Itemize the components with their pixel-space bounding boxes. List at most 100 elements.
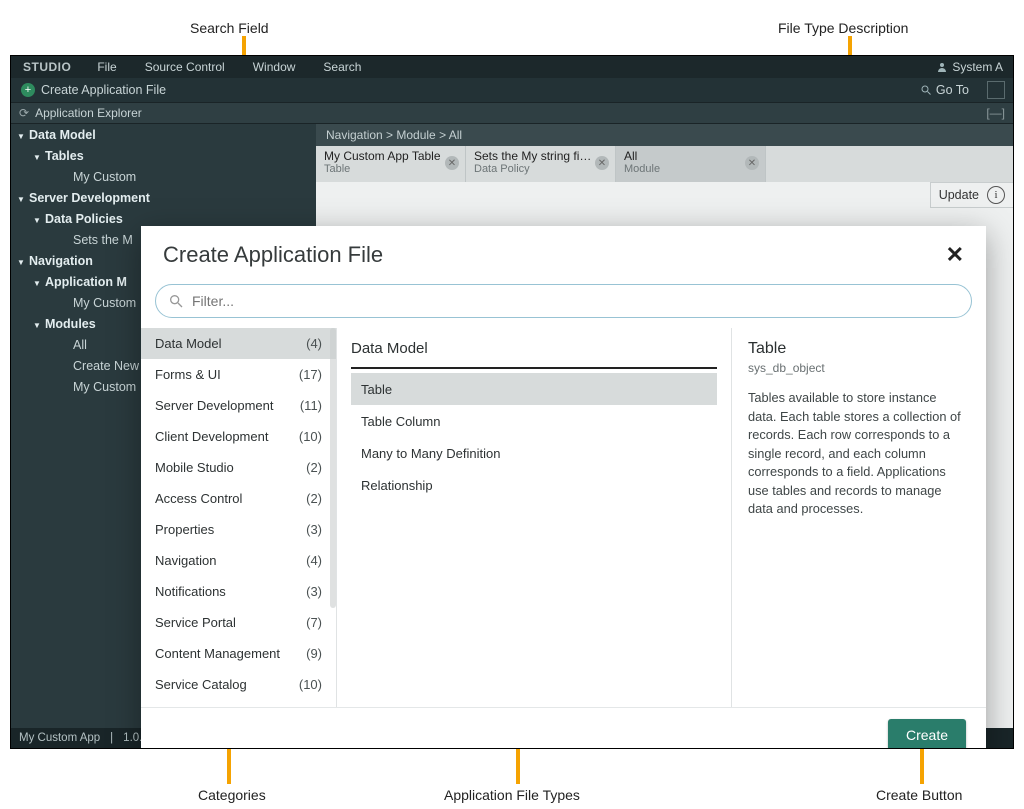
category-label: Properties bbox=[155, 522, 214, 537]
category-item[interactable]: Forms & UI(17) bbox=[141, 359, 336, 390]
category-count: (4) bbox=[306, 553, 322, 568]
modal-header: Create Application File ✕ bbox=[141, 226, 986, 278]
category-count: (9) bbox=[306, 646, 322, 661]
explorer-header: ⟳ Application Explorer [—] bbox=[11, 102, 1013, 124]
status-sep: | bbox=[110, 732, 113, 744]
category-item[interactable]: Server Development (11) bbox=[141, 390, 336, 421]
annotation-file-type-desc: File Type Description bbox=[778, 20, 908, 36]
app-window: STUDIO File Source Control Window Search… bbox=[10, 55, 1014, 749]
close-icon[interactable]: ✕ bbox=[745, 156, 759, 170]
explorer-title: Application Explorer bbox=[35, 106, 142, 120]
category-item[interactable]: Mobile Studio (2) bbox=[141, 452, 336, 483]
tab-subtitle: Table bbox=[324, 163, 457, 175]
user-label: System A bbox=[952, 60, 1003, 74]
category-count: (17) bbox=[299, 367, 322, 382]
annotation-categories: Categories bbox=[198, 787, 266, 803]
tab-subtitle: Module bbox=[624, 163, 757, 175]
create-button[interactable]: Create bbox=[888, 719, 966, 750]
type-list: Data Model TableTable ColumnMany to Many… bbox=[336, 328, 732, 707]
type-item[interactable]: Table bbox=[351, 373, 717, 405]
category-count: (2) bbox=[306, 491, 322, 506]
category-label: Content Management bbox=[155, 646, 280, 661]
tree-server-development[interactable]: Server Development bbox=[11, 187, 316, 208]
close-icon[interactable]: ✕ bbox=[445, 156, 459, 170]
scrollbar[interactable] bbox=[330, 328, 336, 608]
category-count: (2) bbox=[306, 460, 322, 475]
tab-sets-the-my-string[interactable]: Sets the My string fi… Data Policy ✕ bbox=[466, 146, 616, 182]
category-count: (10) bbox=[299, 429, 322, 444]
category-item[interactable]: Navigation (4) bbox=[141, 545, 336, 576]
category-count: (7) bbox=[306, 615, 322, 630]
category-item[interactable]: Client Development(10) bbox=[141, 421, 336, 452]
info-icon[interactable]: i bbox=[987, 186, 1005, 204]
modal-footer: Create bbox=[141, 707, 986, 749]
tab-title: All bbox=[624, 149, 757, 163]
category-count: (11) bbox=[300, 398, 322, 413]
create-application-file-link[interactable]: Create Application File bbox=[41, 83, 166, 97]
filter-field[interactable] bbox=[155, 284, 972, 318]
refresh-icon[interactable]: ⟳ bbox=[19, 106, 29, 120]
brand: STUDIO bbox=[11, 60, 83, 74]
tree-table-item[interactable]: My Custom bbox=[11, 166, 316, 187]
user-icon bbox=[936, 61, 948, 73]
tab-title: Sets the My string fi… bbox=[474, 149, 607, 163]
category-item[interactable]: Data Model (4) bbox=[141, 328, 336, 359]
breadcrumb: Navigation > Module > All bbox=[316, 124, 1013, 146]
category-item[interactable]: Service Portal(7) bbox=[141, 607, 336, 638]
annotation-search-field: Search Field bbox=[190, 20, 269, 36]
user-menu[interactable]: System A bbox=[926, 60, 1013, 74]
collapse-toggle[interactable]: [—] bbox=[986, 106, 1005, 120]
category-item[interactable]: Reporting(6) bbox=[141, 700, 336, 707]
goto-button[interactable]: Go To bbox=[910, 83, 979, 97]
category-item[interactable]: Access Control (2) bbox=[141, 483, 336, 514]
category-label: Service Catalog bbox=[155, 677, 247, 692]
tab-subtitle: Data Policy bbox=[474, 163, 607, 175]
menu-file[interactable]: File bbox=[83, 60, 130, 74]
category-count: (3) bbox=[306, 584, 322, 599]
tab-all[interactable]: All Module ✕ bbox=[616, 146, 766, 182]
toolbar-icon-box[interactable] bbox=[987, 81, 1005, 99]
tab-my-custom-app-table[interactable]: My Custom App Table Table ✕ bbox=[316, 146, 466, 182]
goto-label: Go To bbox=[936, 83, 969, 97]
type-list-header: Data Model bbox=[351, 336, 717, 369]
description-panel: Table sys_db_object Tables available to … bbox=[732, 328, 972, 707]
category-count: (4) bbox=[306, 336, 322, 351]
search-icon bbox=[920, 84, 932, 96]
desc-title: Table bbox=[748, 340, 968, 358]
type-item[interactable]: Table Column bbox=[351, 405, 717, 437]
menu-source-control[interactable]: Source Control bbox=[131, 60, 239, 74]
menu-search[interactable]: Search bbox=[309, 60, 375, 74]
category-item[interactable]: Service Catalog (10) bbox=[141, 669, 336, 700]
update-button[interactable]: Update bbox=[939, 188, 979, 202]
category-label: Data Model bbox=[155, 336, 221, 351]
desc-body: Tables available to store instance data.… bbox=[748, 389, 968, 519]
close-button[interactable]: ✕ bbox=[946, 242, 964, 268]
status-app: My Custom App bbox=[19, 732, 100, 744]
category-label: Access Control bbox=[155, 491, 242, 506]
category-count: (10) bbox=[299, 677, 322, 692]
category-label: Notifications bbox=[155, 584, 226, 599]
category-count: (3) bbox=[306, 522, 322, 537]
category-label: Mobile Studio bbox=[155, 460, 234, 475]
tab-title: My Custom App Table bbox=[324, 149, 457, 163]
category-item[interactable]: Content Management (9) bbox=[141, 638, 336, 669]
category-label: Navigation bbox=[155, 553, 216, 568]
tree-data-model[interactable]: Data Model bbox=[11, 124, 316, 145]
toolbar: + Create Application File Go To bbox=[11, 78, 1013, 102]
tree-tables[interactable]: Tables bbox=[11, 145, 316, 166]
annotation-app-file-types: Application File Types bbox=[444, 787, 580, 803]
menu-window[interactable]: Window bbox=[239, 60, 310, 74]
filter-input[interactable] bbox=[192, 293, 959, 309]
plus-icon[interactable]: + bbox=[21, 83, 35, 97]
type-item[interactable]: Many to Many Definition bbox=[351, 437, 717, 469]
menubar: STUDIO File Source Control Window Search… bbox=[11, 56, 1013, 78]
close-icon[interactable]: ✕ bbox=[595, 156, 609, 170]
category-list: Data Model(4)Forms & UI(17)Server Develo… bbox=[141, 328, 336, 707]
modal-title: Create Application File bbox=[163, 242, 383, 268]
category-item[interactable]: Properties (3) bbox=[141, 514, 336, 545]
update-bar: Update i bbox=[930, 182, 1013, 208]
type-item[interactable]: Relationship bbox=[351, 469, 717, 501]
category-item[interactable]: Notifications (3) bbox=[141, 576, 336, 607]
category-label: Server Development bbox=[155, 398, 274, 413]
annotation-create-button: Create Button bbox=[876, 787, 962, 803]
